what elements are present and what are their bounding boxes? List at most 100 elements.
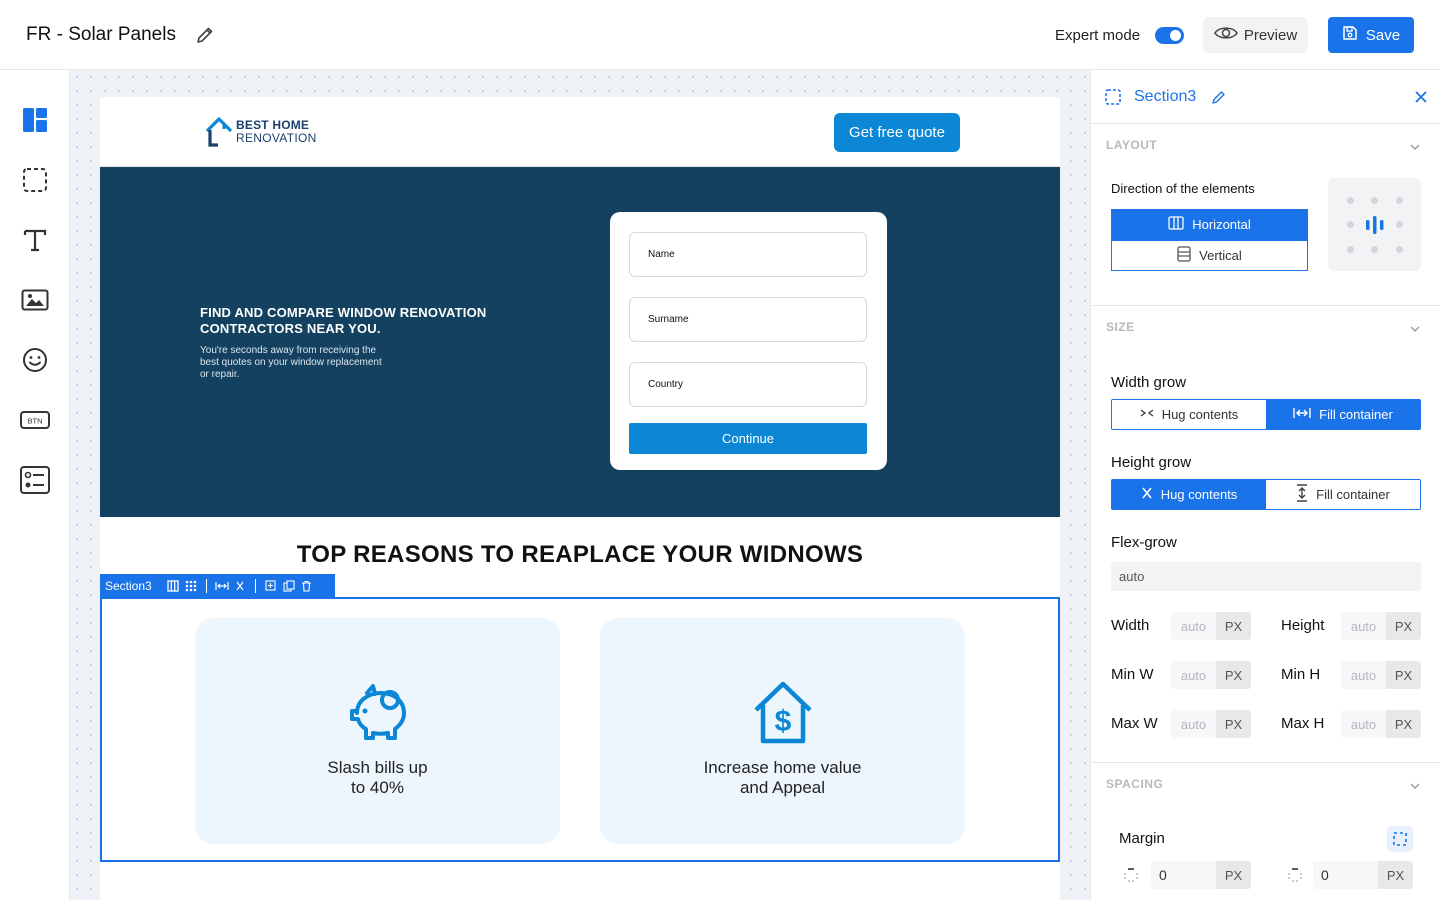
site-logo[interactable]: BEST HOME RENOVATION <box>204 115 317 149</box>
expert-mode-label: Expert mode <box>1055 27 1141 44</box>
editor-canvas[interactable]: BEST HOME RENOVATION Get free quote FIND… <box>70 70 1090 900</box>
min-height-input[interactable]: auto PX <box>1341 661 1421 689</box>
width-label: Width <box>1111 617 1150 634</box>
layout-icon[interactable] <box>20 105 50 135</box>
preview-button[interactable]: Preview <box>1203 17 1308 53</box>
hug-horizontal-icon <box>1140 407 1154 422</box>
section3-container[interactable]: Slash bills up to 40% $ Increase home va… <box>100 597 1060 862</box>
section-icon[interactable] <box>20 165 50 195</box>
add-icon[interactable] <box>262 578 280 594</box>
fill-horizontal-icon <box>1293 407 1311 422</box>
rows-icon <box>1177 246 1191 265</box>
button-icon[interactable]: BTN <box>20 405 50 435</box>
house-dollar-icon: $ <box>748 678 818 748</box>
expert-mode-toggle[interactable] <box>1155 27 1184 44</box>
country-field[interactable]: Country <box>629 362 867 407</box>
max-width-label: Max W <box>1111 715 1158 732</box>
save-button[interactable]: Save <box>1328 17 1414 53</box>
height-input[interactable]: auto PX <box>1341 612 1421 640</box>
height-grow-label: Height grow <box>1111 454 1192 471</box>
feature-text: Slash bills up to 40% <box>327 758 428 797</box>
min-width-input[interactable]: auto PX <box>1171 661 1251 689</box>
landing-page: BEST HOME RENOVATION Get free quote FIND… <box>100 97 1060 900</box>
flex-grow-label: Flex-grow <box>1111 534 1177 551</box>
width-fill-container-button[interactable]: Fill container <box>1266 400 1420 429</box>
house-logo-icon <box>205 117 233 147</box>
site-header[interactable]: BEST HOME RENOVATION Get free quote <box>100 97 1060 167</box>
height-hug-contents-button[interactable]: Hug contents <box>1112 480 1266 509</box>
chevron-down-icon[interactable] <box>1408 322 1422 336</box>
feature-card[interactable]: Slash bills up to 40% <box>195 618 560 844</box>
size-section-label: SIZE <box>1106 320 1135 334</box>
horizontal-label: Horizontal <box>1192 217 1251 232</box>
min-width-label: Min W <box>1111 666 1154 683</box>
surname-field[interactable]: Surname <box>629 297 867 342</box>
document-title: FR - Solar Panels <box>26 24 176 45</box>
button-icon-label: BTN <box>28 417 43 426</box>
left-toolbar: BTN <box>0 70 70 900</box>
margin-label: Margin <box>1119 830 1165 847</box>
chevron-down-icon[interactable] <box>1408 779 1422 793</box>
chevron-down-icon[interactable] <box>1408 140 1422 154</box>
margin-top-input[interactable]: 0 PX <box>1151 861 1251 889</box>
section-icon <box>1105 89 1121 110</box>
image-icon[interactable] <box>20 285 50 315</box>
min-height-label: Min H <box>1281 666 1321 683</box>
max-height-input[interactable]: auto PX <box>1341 710 1421 738</box>
spacing-section-label: SPACING <box>1106 777 1164 791</box>
max-width-input[interactable]: auto PX <box>1171 710 1251 738</box>
alignment-grid[interactable] <box>1328 178 1421 271</box>
eye-icon <box>1213 25 1238 45</box>
section-toolbar-label: Section3 <box>105 578 152 593</box>
pencil-icon[interactable] <box>1211 89 1227 110</box>
close-icon[interactable] <box>1414 90 1428 109</box>
columns-icon[interactable] <box>164 578 182 594</box>
hug-height-icon[interactable] <box>231 578 249 594</box>
fill-vertical-icon <box>1296 484 1308 505</box>
hero-title: FIND AND COMPARE WINDOW RENOVATION CONTR… <box>200 305 487 336</box>
width-grow-label: Width grow <box>1111 374 1187 391</box>
form-icon[interactable] <box>20 465 50 495</box>
columns-icon <box>1168 216 1184 233</box>
height-fill-container-button[interactable]: Fill container <box>1266 480 1420 509</box>
grid-dots-icon[interactable] <box>182 578 200 594</box>
align-center-icon <box>1364 214 1386 241</box>
duplicate-icon[interactable] <box>280 578 298 594</box>
text-icon[interactable] <box>20 225 50 255</box>
get-quote-button[interactable]: Get free quote <box>834 113 960 152</box>
feature-text: Increase home value and Appeal <box>703 758 862 797</box>
continue-button[interactable]: Continue <box>629 423 867 454</box>
properties-panel: Section3 LAYOUT Direction of the element… <box>1090 70 1440 900</box>
logo-line-2: RENOVATION <box>236 131 317 145</box>
toolbar-divider <box>254 578 256 593</box>
save-icon <box>1342 25 1358 45</box>
layout-section-label: LAYOUT <box>1106 138 1158 152</box>
save-label: Save <box>1365 26 1401 44</box>
reasons-heading[interactable]: TOP REASONS TO REAPLACE YOUR WIDNOWS <box>100 541 1060 569</box>
quote-form: Name Surname Country Continue <box>610 212 887 470</box>
emoji-icon[interactable] <box>20 345 50 375</box>
max-height-label: Max H <box>1281 715 1325 732</box>
width-input[interactable]: auto PX <box>1171 612 1251 640</box>
trash-icon[interactable] <box>298 578 316 594</box>
height-fill-label: Fill container <box>1316 487 1390 502</box>
margin-bottom-icon <box>1287 867 1303 888</box>
width-fill-label: Fill container <box>1319 407 1393 422</box>
feature-card[interactable]: $ Increase home value and Appeal <box>600 618 965 844</box>
pencil-icon[interactable] <box>194 24 216 46</box>
svg-text:$: $ <box>775 705 792 738</box>
flex-grow-input[interactable] <box>1111 562 1421 591</box>
width-hug-contents-button[interactable]: Hug contents <box>1112 400 1266 429</box>
hero-subtitle: You're seconds away from receiving the b… <box>200 345 382 380</box>
fill-width-icon[interactable] <box>213 578 231 594</box>
top-bar: FR - Solar Panels Expert mode Preview Sa… <box>0 0 1440 70</box>
vertical-label: Vertical <box>1199 248 1242 263</box>
height-hug-label: Hug contents <box>1160 487 1238 502</box>
margin-link-icon[interactable] <box>1387 826 1413 852</box>
margin-bottom-input[interactable]: 0 PX <box>1313 861 1413 889</box>
vertical-button[interactable]: Vertical <box>1111 240 1308 271</box>
hero-section[interactable]: FIND AND COMPARE WINDOW RENOVATION CONTR… <box>100 167 1060 517</box>
width-grow-toggle: Hug contents Fill container <box>1111 399 1421 430</box>
horizontal-button[interactable]: Horizontal <box>1111 209 1308 240</box>
name-field[interactable]: Name <box>629 232 867 277</box>
